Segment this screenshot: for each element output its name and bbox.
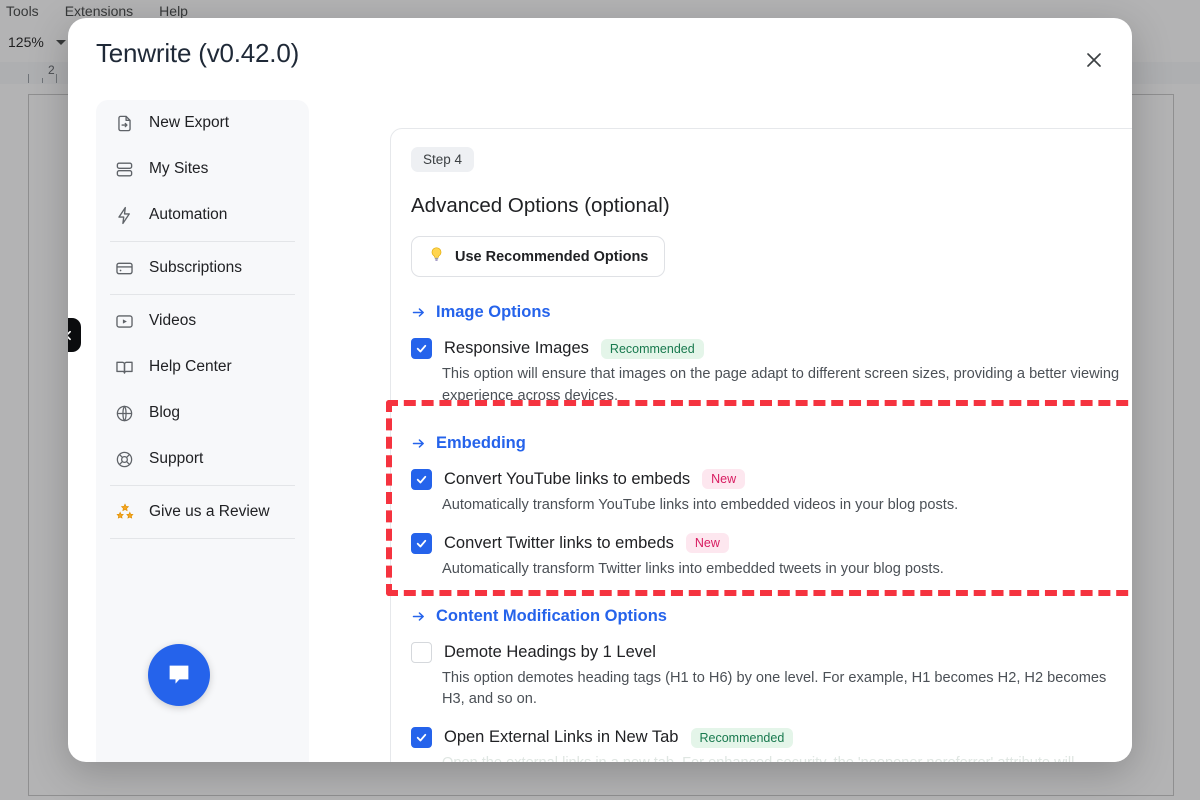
sidebar-item-support[interactable]: Support bbox=[96, 436, 309, 482]
lightning-bolt-icon bbox=[114, 205, 135, 226]
option-description: Open the external links in a new tab. Fo… bbox=[442, 753, 1132, 762]
option-label: Convert Twitter links to embeds bbox=[444, 533, 674, 552]
status-badge: New bbox=[685, 533, 729, 554]
lightbulb-icon bbox=[428, 246, 445, 267]
lifebuoy-icon bbox=[114, 449, 135, 470]
dialog-header: Tenwrite (v0.42.0) bbox=[68, 18, 1132, 100]
chat-bubble-icon[interactable] bbox=[148, 644, 210, 706]
sidebar-item-videos[interactable]: Videos bbox=[96, 298, 309, 344]
checkbox-open-external-links[interactable] bbox=[411, 727, 432, 749]
option-responsive-images: Responsive Images Recommended This optio… bbox=[411, 338, 1132, 408]
option-open-external-links: Open External Links in New Tab Recommend… bbox=[411, 727, 1132, 762]
group-link-image-options[interactable]: Image Options bbox=[411, 303, 1132, 322]
option-description: Automatically transform Twitter links in… bbox=[442, 560, 944, 577]
sidebar-item-label: Give us a Review bbox=[149, 503, 270, 520]
sidebar-item-label: New Export bbox=[149, 114, 230, 131]
status-badge: Recommended bbox=[600, 338, 704, 359]
video-play-icon bbox=[114, 311, 135, 332]
group-link-content-modification-options[interactable]: Content Modification Options bbox=[411, 607, 1132, 626]
status-badge: New bbox=[702, 469, 746, 490]
server-stack-icon bbox=[114, 159, 135, 180]
sidebar-item-label: My Sites bbox=[149, 160, 209, 177]
option-description: This option demotes heading tags (H1 to … bbox=[442, 669, 1107, 708]
page-title: Advanced Options (optional) bbox=[411, 194, 670, 217]
sidebar-item-help-center[interactable]: Help Center bbox=[96, 344, 309, 390]
close-icon[interactable] bbox=[1076, 42, 1112, 78]
sidebar-item-blog[interactable]: Blog bbox=[96, 390, 309, 436]
group-title: Content Modification Options bbox=[436, 606, 667, 625]
sidebar-divider bbox=[110, 485, 295, 486]
sidebar: New Export My Sites Automation Subscript… bbox=[96, 100, 309, 762]
option-label: Open External Links in New Tab bbox=[444, 728, 679, 747]
group-link-embedding[interactable]: Embedding bbox=[411, 434, 1132, 453]
sidebar-item-label: Videos bbox=[149, 312, 197, 329]
sidebar-item-my-sites[interactable]: My Sites bbox=[96, 146, 309, 192]
tenwrite-dialog: Tenwrite (v0.42.0) New Export My Sites A… bbox=[68, 18, 1132, 762]
options-scroll-area: Step 4 Advanced Options (optional) Use R… bbox=[391, 129, 1132, 762]
sidebar-item-label: Subscriptions bbox=[149, 259, 243, 276]
sidebar-collapse-toggle[interactable] bbox=[68, 318, 81, 352]
arrow-right-icon bbox=[411, 609, 426, 624]
sidebar-item-new-export[interactable]: New Export bbox=[96, 100, 309, 146]
stars-icon bbox=[114, 502, 135, 523]
option-demote-headings: Demote Headings by 1 Level This option d… bbox=[411, 641, 1132, 712]
sidebar-item-subscriptions[interactable]: Subscriptions bbox=[96, 245, 309, 291]
group-title: Image Options bbox=[436, 303, 551, 321]
checkbox-convert-twitter-links[interactable] bbox=[411, 532, 432, 554]
option-label: Responsive Images bbox=[444, 339, 589, 357]
arrow-right-icon bbox=[411, 305, 426, 320]
globe-icon bbox=[114, 403, 135, 424]
file-export-icon bbox=[114, 113, 135, 134]
open-book-icon bbox=[114, 357, 135, 378]
credit-card-icon bbox=[114, 258, 135, 279]
sidebar-item-label: Blog bbox=[149, 404, 181, 421]
option-description: This option will ensure that images on t… bbox=[442, 366, 1120, 404]
advanced-options-panel: Step 4 Advanced Options (optional) Use R… bbox=[390, 128, 1132, 762]
option-label: Demote Headings by 1 Level bbox=[444, 642, 656, 661]
sidebar-item-label: Help Center bbox=[149, 358, 232, 375]
use-recommended-options-button[interactable]: Use Recommended Options bbox=[411, 236, 666, 277]
option-label: Convert YouTube links to embeds bbox=[444, 469, 691, 488]
button-label: Use Recommended Options bbox=[455, 248, 649, 265]
step-badge: Step 4 bbox=[411, 147, 475, 172]
status-badge: Recommended bbox=[690, 727, 794, 748]
sidebar-item-automation[interactable]: Automation bbox=[96, 192, 309, 238]
option-convert-youtube-links: Convert YouTube links to embeds New Auto… bbox=[411, 468, 1132, 517]
option-description: Automatically transform YouTube links in… bbox=[442, 496, 959, 513]
sidebar-item-give-us-a-review[interactable]: Give us a Review bbox=[96, 489, 309, 535]
checkbox-responsive-images[interactable] bbox=[411, 338, 432, 359]
checkbox-convert-youtube-links[interactable] bbox=[411, 468, 432, 490]
sidebar-divider bbox=[110, 241, 295, 242]
checkbox-demote-headings[interactable] bbox=[411, 641, 432, 663]
dialog-title: Tenwrite (v0.42.0) bbox=[96, 38, 300, 68]
arrow-right-icon bbox=[411, 436, 426, 451]
group-title: Embedding bbox=[436, 433, 526, 452]
sidebar-item-label: Support bbox=[149, 450, 204, 467]
sidebar-divider bbox=[110, 294, 295, 295]
option-convert-twitter-links: Convert Twitter links to embeds New Auto… bbox=[411, 532, 1132, 581]
sidebar-item-label: Automation bbox=[149, 206, 228, 223]
sidebar-divider bbox=[110, 538, 295, 539]
